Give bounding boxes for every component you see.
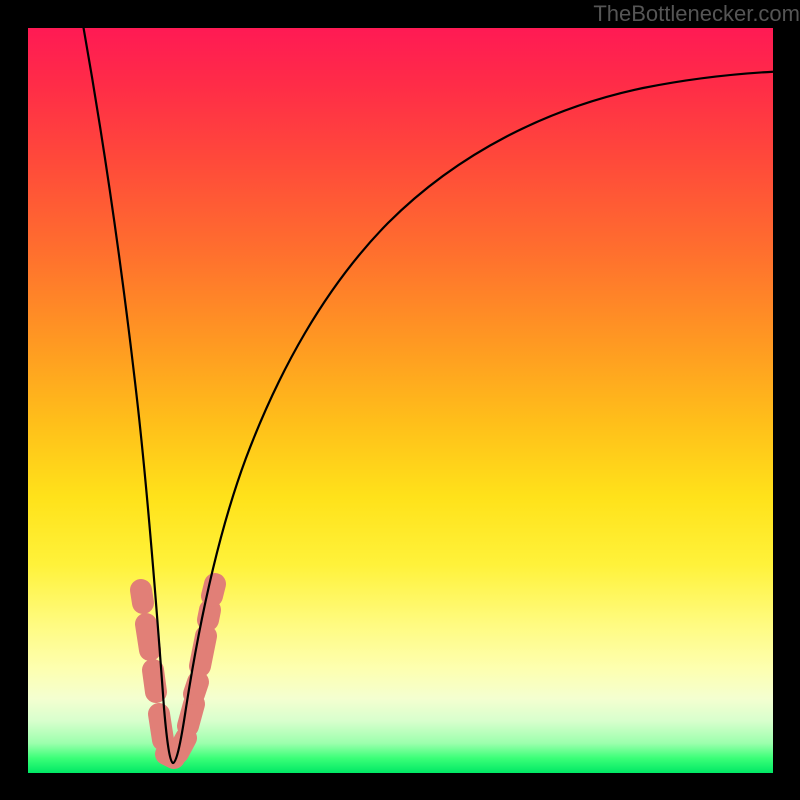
- chart-frame: TheBottlenecker.com: [0, 0, 800, 800]
- plot-area: [28, 28, 773, 773]
- watermark-text: TheBottlenecker.com: [593, 1, 800, 28]
- chart-svg: [28, 28, 773, 773]
- bottleneck-curve: [80, 28, 773, 763]
- watermark-container: TheBottlenecker.com: [593, 0, 800, 28]
